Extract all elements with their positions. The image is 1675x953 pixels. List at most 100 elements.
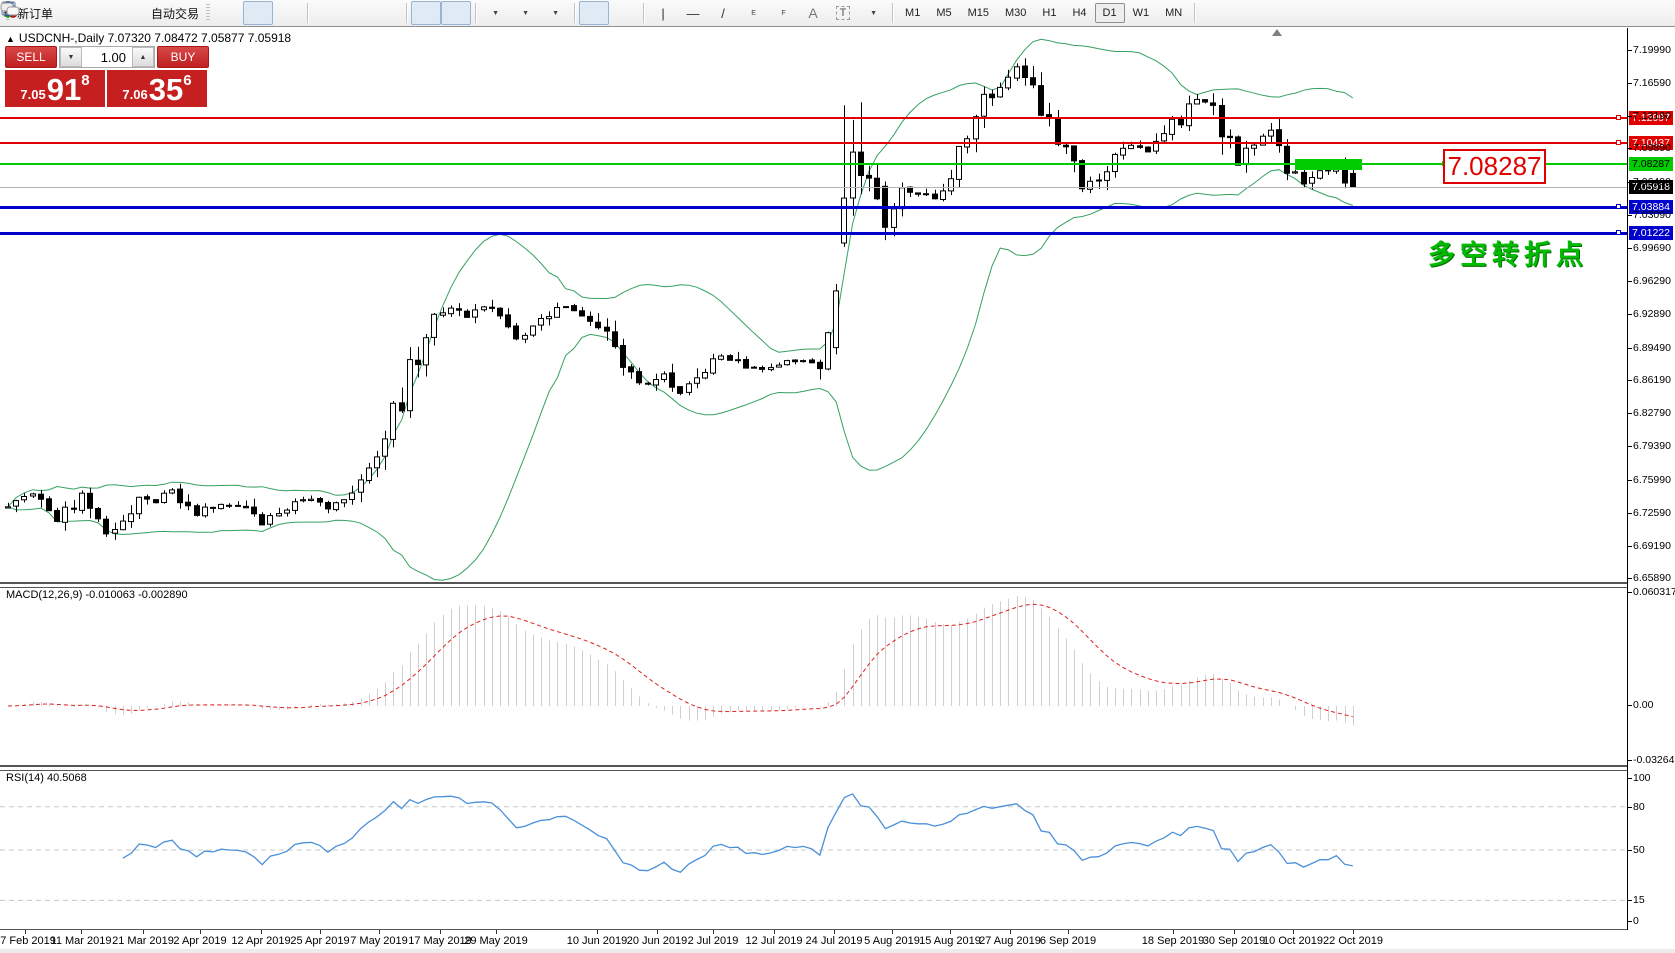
rsi-axis-label: 50 — [1633, 844, 1645, 856]
price-axis-label: 7.03090 — [1633, 209, 1671, 221]
price-axis-label: 7.16590 — [1633, 77, 1671, 89]
date-axis-label: 27 Feb 2019 — [0, 935, 56, 947]
date-axis-tick — [320, 930, 321, 934]
rsi-level-lines — [0, 807, 1627, 901]
main-macd-separator[interactable] — [0, 582, 1627, 588]
date-axis-tick — [1353, 930, 1354, 934]
date-axis-tick — [379, 930, 380, 934]
level-line-7.01222[interactable] — [0, 232, 1627, 235]
buy-button[interactable]: BUY — [157, 46, 209, 68]
date-axis-tick — [1234, 930, 1235, 934]
date-axis-label: 24 Jul 2019 — [806, 935, 863, 947]
date-axis-tick — [200, 930, 201, 934]
price-level-label: 7.01222 — [1629, 226, 1673, 240]
date-axis-label: 10 Jun 2019 — [567, 935, 628, 947]
level-line-7.10437[interactable] — [0, 142, 1627, 144]
window-edge — [0, 949, 1675, 953]
volume-stepper: ▼ ▲ — [59, 46, 155, 68]
annotation-text[interactable]: 多空转折点 — [1428, 233, 1588, 272]
date-axis-tick — [713, 930, 714, 934]
price-axis-line — [1627, 28, 1628, 930]
macd-histogram — [9, 596, 1354, 725]
date-axis-tick — [143, 930, 144, 934]
macd-axis-label: 0.060317 — [1633, 586, 1675, 598]
macd-signal-line — [8, 604, 1353, 717]
sell-button[interactable]: SELL — [5, 46, 57, 68]
macd-axis-label: 0.00 — [1633, 699, 1653, 711]
price-axis-tick — [1628, 248, 1632, 249]
price-axis-tick — [1628, 546, 1632, 547]
price-axis-tick — [1628, 215, 1632, 216]
price-axis-tick — [1628, 513, 1632, 514]
macd-rsi-separator[interactable] — [0, 765, 1627, 771]
date-axis-tick — [892, 930, 893, 934]
price-axis-tick — [1628, 50, 1632, 51]
date-axis-label: 2 Apr 2019 — [173, 935, 226, 947]
level-line-7.12997[interactable] — [0, 117, 1627, 119]
price-axis-label: 6.65890 — [1633, 572, 1671, 584]
volume-decrease-button[interactable]: ▼ — [60, 47, 82, 67]
level-line-7.08287[interactable] — [0, 163, 1627, 165]
date-axis-label: 10 Oct 2019 — [1263, 935, 1323, 947]
price-axis-label: 7.13190 — [1633, 110, 1671, 122]
date-axis-label: 17 May 2019 — [408, 935, 472, 947]
rsi-axis-tick — [1628, 850, 1632, 851]
chart-shift-marker[interactable] — [1272, 29, 1282, 36]
date-axis-label: 12 Jul 2019 — [746, 935, 803, 947]
macd-axis-tick — [1628, 705, 1632, 706]
price-axis-label: 7.09890 — [1633, 142, 1671, 154]
date-axis-tick — [950, 930, 951, 934]
macd-indicator-label: MACD(12,26,9) -0.010063 -0.002890 — [6, 589, 188, 601]
rsi-axis-tick — [1628, 807, 1632, 808]
chart-symbol-ohlc-label: ▲USDCNH-,Daily 7.07320 7.08472 7.05877 7… — [6, 31, 291, 45]
price-axis-tick — [1628, 446, 1632, 447]
date-axis-label: 27 Aug 2019 — [979, 935, 1041, 947]
price-axis-label: 7.06490 — [1633, 176, 1671, 188]
price-axis-tick — [1628, 578, 1632, 579]
buy-price-display[interactable]: 7.06356 — [107, 70, 207, 107]
price-axis-label: 6.86190 — [1633, 374, 1671, 386]
date-axis-tick — [496, 930, 497, 934]
level-line-handle[interactable] — [1616, 140, 1621, 145]
date-axis-label: 12 Apr 2019 — [231, 935, 290, 947]
price-axis-label: 6.82790 — [1633, 407, 1671, 419]
price-axis-tick — [1628, 148, 1632, 149]
bollinger-bands — [8, 39, 1353, 580]
macd-axis-tick — [1628, 760, 1632, 761]
level-line-handle[interactable] — [1616, 115, 1621, 120]
rsi-axis-label: 0 — [1633, 915, 1639, 927]
volume-increase-button[interactable]: ▲ — [132, 47, 154, 67]
price-axis-tick — [1628, 413, 1632, 414]
date-axis-label: 20 Jun 2019 — [627, 935, 688, 947]
date-axis-label: 7 May 2019 — [350, 935, 407, 947]
price-axis-tick — [1628, 480, 1632, 481]
rsi-axis-label: 80 — [1633, 801, 1645, 813]
date-axis-tick — [1010, 930, 1011, 934]
date-axis-label: 11 Mar 2019 — [51, 935, 112, 947]
macd-axis-tick — [1628, 592, 1632, 593]
rsi-axis-tick — [1628, 900, 1632, 901]
rsi-line — [123, 794, 1353, 872]
sell-price-display[interactable]: 7.05918 — [5, 70, 105, 107]
date-axis-label: 5 Aug 2019 — [864, 935, 920, 947]
volume-input[interactable] — [82, 47, 132, 67]
price-axis-tick — [1628, 281, 1632, 282]
date-axis-label: 18 Sep 2019 — [1142, 935, 1204, 947]
level-line-handle[interactable] — [1616, 230, 1621, 235]
candlesticks — [6, 58, 1356, 540]
panel-collapse-icon[interactable]: ▲ — [6, 34, 15, 44]
rsi-axis-label: 100 — [1633, 772, 1651, 784]
date-axis-label: 30 Sep 2019 — [1203, 935, 1265, 947]
rsi-axis-tick — [1628, 921, 1632, 922]
level-line-7.03884[interactable] — [0, 206, 1627, 209]
level-highlight-rectangle[interactable] — [1295, 159, 1362, 170]
price-axis-label: 6.75990 — [1633, 474, 1671, 486]
price-callout-box[interactable]: 7.08287 — [1443, 149, 1546, 184]
price-axis-label: 6.96290 — [1633, 275, 1671, 287]
date-axis-label: 29 May 2019 — [464, 935, 528, 947]
date-axis-tick — [261, 930, 262, 934]
level-line-7.05918[interactable] — [0, 187, 1627, 188]
price-axis-tick — [1628, 83, 1632, 84]
level-line-handle[interactable] — [1616, 204, 1621, 209]
date-axis[interactable]: 27 Feb 201911 Mar 201921 Mar 20192 Apr 2… — [0, 930, 1675, 953]
